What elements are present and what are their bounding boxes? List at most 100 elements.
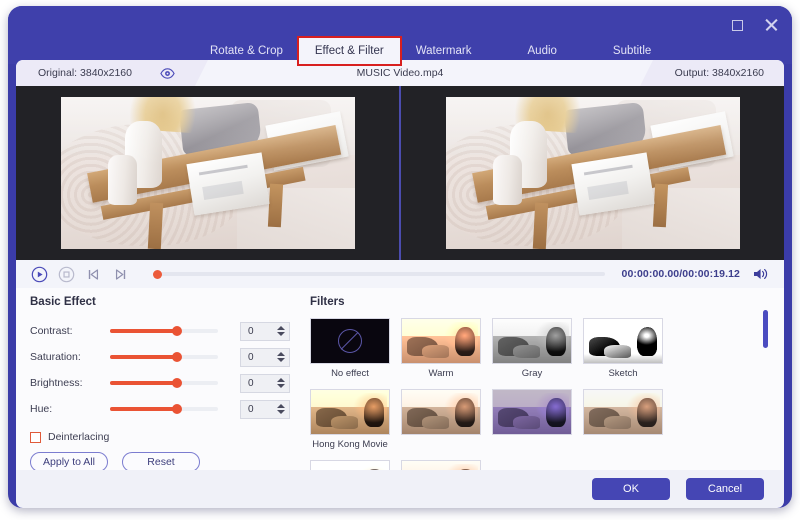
filters-title: Filters bbox=[310, 296, 345, 308]
contrast-stepper-arrows[interactable] bbox=[273, 323, 289, 340]
previous-frame-button[interactable] bbox=[84, 265, 102, 283]
brightness-label: Brightness: bbox=[30, 377, 83, 389]
editor-window: Rotate & Crop Effect & Filter Watermark … bbox=[8, 6, 792, 508]
stop-icon bbox=[58, 266, 74, 282]
output-video-frame bbox=[445, 97, 740, 249]
contrast-slider[interactable] bbox=[110, 326, 218, 336]
tab-label: Rotate & Crop bbox=[210, 45, 283, 57]
timeline-track[interactable] bbox=[153, 269, 605, 279]
filter-label: No effect bbox=[331, 368, 369, 379]
contrast-label: Contrast: bbox=[30, 325, 73, 337]
filter-thumbnail bbox=[310, 389, 390, 435]
filter-thumbnail bbox=[583, 318, 663, 364]
tab-label: Audio bbox=[527, 45, 557, 57]
maximize-icon bbox=[731, 19, 743, 31]
filter-thumbnail bbox=[310, 318, 390, 364]
saturation-stepper-arrows[interactable] bbox=[273, 349, 289, 366]
filter-no-effect[interactable]: No effect bbox=[310, 318, 390, 379]
original-preview-pane[interactable] bbox=[16, 86, 399, 260]
basic-effect-panel: Basic Effect Contrast: 0 Saturation: 0 B… bbox=[16, 288, 302, 472]
filters-panel: Filters No effect Warm Gray Sketch Hong … bbox=[302, 288, 784, 506]
next-frame-icon bbox=[115, 268, 125, 280]
previous-frame-icon bbox=[88, 268, 98, 280]
photo-scene bbox=[60, 97, 355, 249]
app-root: Rotate & Crop Effect & Filter Watermark … bbox=[0, 0, 800, 520]
volume-button[interactable] bbox=[752, 266, 770, 282]
chevron-up-icon bbox=[277, 352, 285, 356]
filter-thumbnail bbox=[401, 389, 481, 435]
maximize-button[interactable] bbox=[728, 16, 746, 34]
saturation-slider[interactable] bbox=[110, 352, 218, 362]
ok-button[interactable]: OK bbox=[592, 478, 670, 500]
tab-label: Watermark bbox=[415, 45, 472, 57]
saturation-stepper[interactable]: 0 bbox=[240, 347, 290, 367]
hue-slider[interactable] bbox=[110, 404, 218, 414]
saturation-value: 0 bbox=[248, 351, 254, 363]
eye-icon[interactable] bbox=[160, 66, 175, 81]
filter-label: Gray bbox=[521, 368, 543, 379]
filter-label: Sketch bbox=[608, 368, 638, 379]
filter-sketch[interactable]: Sketch bbox=[583, 318, 663, 379]
hue-row: Hue: 0 bbox=[30, 396, 302, 422]
no-effect-icon bbox=[338, 329, 362, 353]
brightness-slider-thumb[interactable] bbox=[171, 378, 182, 388]
brightness-slider[interactable] bbox=[110, 378, 218, 388]
original-video-frame bbox=[60, 97, 355, 249]
timeline-playhead[interactable] bbox=[153, 269, 162, 279]
filter-thumbnail bbox=[583, 389, 663, 435]
filter-thumbnail bbox=[492, 318, 572, 364]
filter-row2-3[interactable] bbox=[583, 389, 663, 450]
original-resolution-label: Original: 3840x2160 bbox=[38, 67, 132, 79]
chevron-up-icon bbox=[277, 404, 285, 408]
cancel-button[interactable]: Cancel bbox=[686, 478, 764, 500]
hue-value: 0 bbox=[248, 403, 254, 415]
hue-stepper-arrows[interactable] bbox=[273, 401, 289, 418]
play-icon bbox=[31, 266, 47, 282]
timecode-display: 00:00:00.00/00:00:19.12 bbox=[621, 268, 740, 280]
close-button[interactable] bbox=[762, 16, 780, 34]
effect-action-buttons: Apply to All Reset bbox=[30, 452, 302, 472]
brightness-stepper[interactable]: 0 bbox=[240, 373, 290, 393]
filters-scrollbar-thumb[interactable] bbox=[763, 310, 768, 348]
output-preview-pane[interactable] bbox=[401, 86, 784, 260]
volume-icon bbox=[754, 269, 768, 279]
filter-warm[interactable]: Warm bbox=[401, 318, 481, 379]
dialog-footer: OK Cancel bbox=[16, 470, 784, 508]
close-icon bbox=[764, 18, 778, 32]
chevron-up-icon bbox=[277, 326, 285, 330]
next-frame-button[interactable] bbox=[111, 265, 129, 283]
deinterlacing-row[interactable]: Deinterlacing bbox=[30, 431, 302, 443]
contrast-slider-thumb[interactable] bbox=[171, 326, 182, 336]
filter-row2-1[interactable] bbox=[401, 389, 481, 450]
reset-button[interactable]: Reset bbox=[122, 452, 200, 472]
saturation-slider-thumb[interactable] bbox=[171, 352, 182, 362]
brightness-stepper-arrows[interactable] bbox=[273, 375, 289, 392]
filter-hong-kong-movie[interactable]: Hong Kong Movie bbox=[310, 389, 390, 450]
tab-label: Effect & Filter bbox=[314, 45, 384, 57]
hue-label: Hue: bbox=[30, 403, 53, 415]
chevron-down-icon bbox=[277, 358, 285, 362]
filter-row2-2[interactable] bbox=[492, 389, 572, 450]
filter-thumbnail bbox=[401, 318, 481, 364]
deinterlacing-checkbox[interactable] bbox=[30, 431, 41, 443]
filter-gray[interactable]: Gray bbox=[492, 318, 572, 379]
contrast-row: Contrast: 0 bbox=[30, 318, 302, 344]
filters-scrollbar[interactable] bbox=[763, 310, 768, 460]
contrast-stepper[interactable]: 0 bbox=[240, 321, 290, 341]
chevron-down-icon bbox=[277, 384, 285, 388]
contrast-value: 0 bbox=[248, 325, 254, 337]
hue-stepper[interactable]: 0 bbox=[240, 399, 290, 419]
window-controls bbox=[728, 16, 780, 34]
saturation-row: Saturation: 0 bbox=[30, 344, 302, 370]
play-button[interactable] bbox=[30, 265, 48, 283]
playback-controls: 00:00:00.00/00:00:19.12 bbox=[16, 260, 784, 288]
brightness-row: Brightness: 0 bbox=[30, 370, 302, 396]
basic-effect-title: Basic Effect bbox=[30, 296, 96, 308]
output-resolution-segment: Output: 3840x2160 bbox=[639, 60, 784, 86]
preview-area bbox=[16, 86, 784, 260]
stop-button[interactable] bbox=[57, 265, 75, 283]
apply-to-all-button[interactable]: Apply to All bbox=[30, 452, 108, 472]
tab-effect-filter[interactable]: Effect & Filter bbox=[296, 36, 402, 66]
tab-label: Subtitle bbox=[612, 45, 652, 57]
hue-slider-thumb[interactable] bbox=[171, 404, 182, 414]
